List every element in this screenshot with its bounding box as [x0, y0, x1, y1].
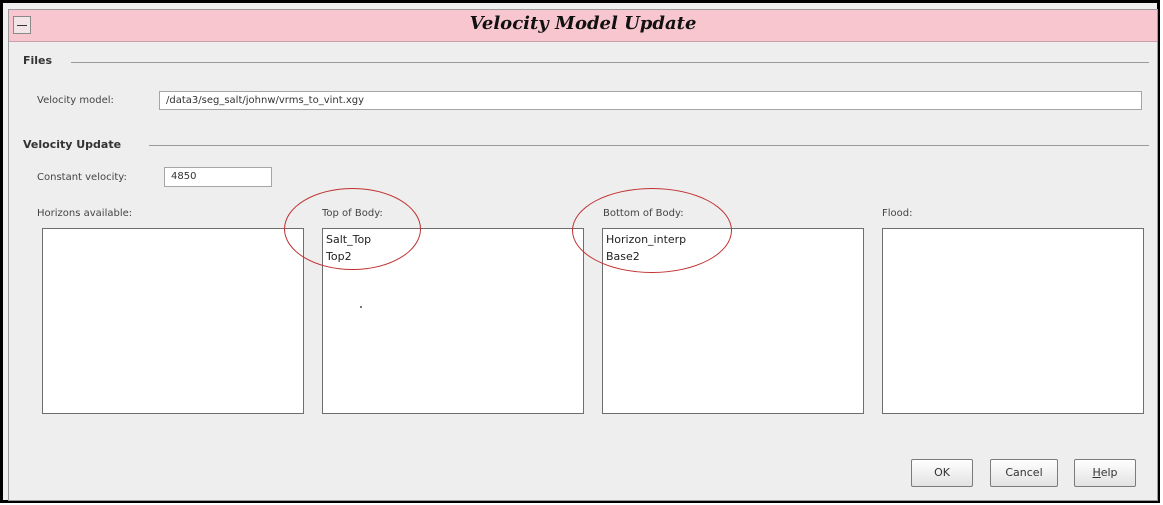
velocity-update-separator — [149, 145, 1149, 146]
velocity-model-label: Velocity model: — [37, 95, 114, 106]
velocity-model-field[interactable]: /data3/seg_salt/johnw/vrms_to_vint.xgy — [159, 91, 1142, 110]
flood-label: Flood: — [882, 208, 913, 219]
help-button[interactable]: Help — [1074, 459, 1136, 487]
velocity-update-section-label: Velocity Update — [23, 138, 122, 151]
flood-list[interactable] — [882, 228, 1144, 414]
top-of-body-annotation-ellipse — [284, 188, 421, 270]
bottom-of-body-annotation-ellipse — [572, 188, 732, 273]
title-bar[interactable]: Velocity Model Update — [9, 10, 1157, 42]
ok-button[interactable]: OK — [911, 459, 973, 487]
constant-velocity-field[interactable]: 4850 — [164, 167, 272, 187]
horizons-available-list[interactable] — [42, 228, 304, 414]
stray-mark — [360, 306, 362, 308]
constant-velocity-label: Constant velocity: — [37, 172, 127, 183]
horizons-available-label: Horizons available: — [37, 208, 133, 219]
dialog-body: Velocity Model Update Files Velocity mod… — [8, 9, 1158, 501]
cancel-button[interactable]: Cancel — [990, 459, 1058, 487]
files-section-label: Files — [23, 54, 53, 67]
window-title: Velocity Model Update — [469, 13, 697, 34]
files-separator — [71, 62, 1149, 63]
dialog-window: Velocity Model Update Files Velocity mod… — [0, 0, 1160, 503]
